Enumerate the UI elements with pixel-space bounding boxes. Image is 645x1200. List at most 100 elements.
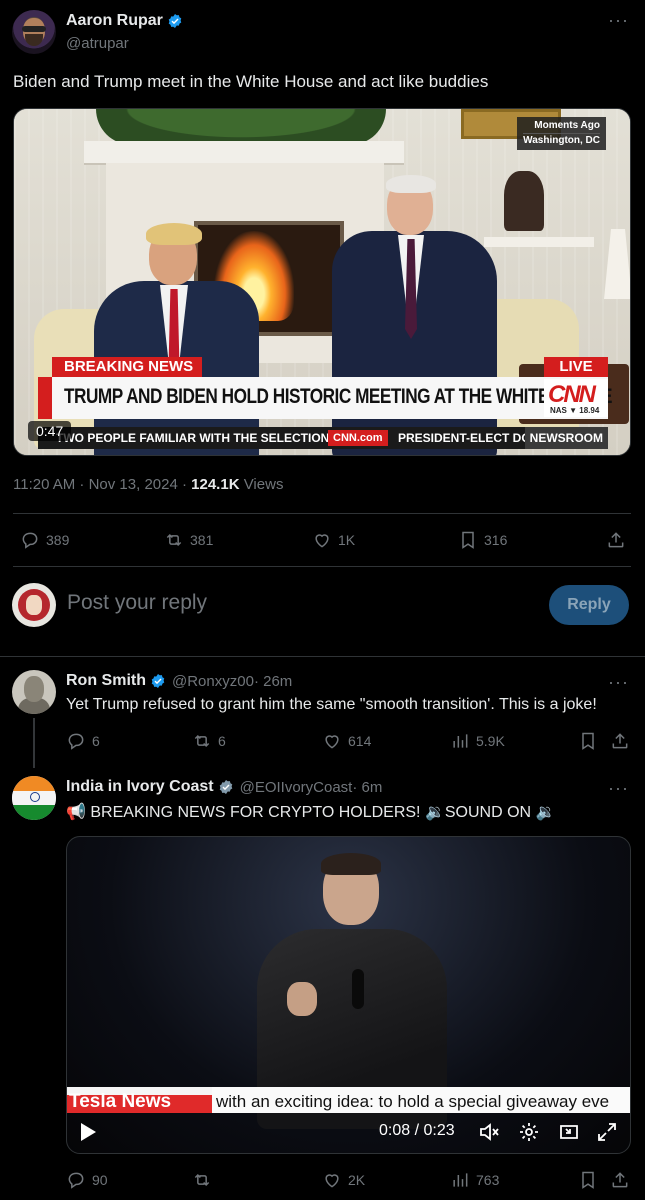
reply-count: 6: [92, 733, 100, 749]
lower-third-label-text: Tesla News: [69, 1091, 172, 1112]
bookmark-action[interactable]: 316: [458, 530, 507, 550]
repost-action[interactable]: 381: [164, 530, 213, 550]
divider: [13, 566, 631, 567]
more-options-icon[interactable]: ···: [608, 778, 629, 799]
reply-time[interactable]: · 6m: [352, 779, 382, 796]
reply-count: 389: [46, 532, 70, 548]
divider: [0, 656, 645, 657]
share-icon: [608, 532, 624, 548]
cnn-corner-line1: Moments Ago: [534, 120, 600, 131]
cnn-corner-bug: Moments Ago Washington, DC: [517, 117, 606, 150]
repost-count: 6: [218, 733, 226, 749]
reply-header: India in Ivory Coast @EOIIvoryCoast · 6m: [66, 778, 382, 796]
bookmark-action[interactable]: [578, 1170, 598, 1190]
views-icon: [453, 734, 468, 748]
video-duration: 0:47: [28, 421, 72, 441]
tweet-video[interactable]: Moments Ago Washington, DC BREAKING NEWS…: [13, 108, 631, 456]
cnn-ticker-text2: PRESIDENT-ELECT DON: [398, 431, 540, 445]
views-action[interactable]: 5.9K: [450, 731, 505, 751]
reply-icon: [22, 532, 38, 549]
reply-count: 90: [92, 1172, 108, 1188]
author-avatar[interactable]: [12, 10, 56, 54]
video-table: [484, 237, 594, 247]
live-label: LIVE: [544, 357, 608, 377]
verified-badge-icon: [168, 14, 182, 28]
like-action[interactable]: 2K: [322, 1170, 365, 1190]
bookmark-action[interactable]: [578, 731, 598, 751]
reply-action[interactable]: 90: [66, 1170, 108, 1190]
reply-text: 📢 BREAKING NEWS FOR CRYPTO HOLDERS! 🔉SOU…: [66, 804, 556, 821]
share-icon: [612, 733, 628, 749]
views-icon: [453, 1173, 468, 1187]
repost-icon: [166, 533, 182, 547]
cnn-ticker-site: CNN.com: [328, 430, 388, 446]
more-options-icon[interactable]: ···: [608, 10, 629, 31]
views-label: Views: [239, 476, 284, 493]
reply-time[interactable]: · 26m: [254, 673, 292, 690]
reply-author-name[interactable]: India in Ivory Coast: [66, 778, 214, 796]
cnn-ticker-text: TWO PEOPLE FAMILIAR WITH THE SELECTION.: [56, 431, 333, 445]
reply-icon: [68, 733, 84, 750]
views-count: 763: [476, 1172, 500, 1188]
reply-input[interactable]: Post your reply: [67, 591, 207, 615]
repost-action[interactable]: [192, 1170, 218, 1190]
views-count: 124.1K: [191, 476, 240, 493]
reply-author-handle[interactable]: @EOIIvoryCoast: [240, 779, 353, 796]
cnn-corner-line2: Washington, DC: [523, 133, 600, 146]
author-handle[interactable]: @atrupar: [66, 35, 129, 52]
like-action[interactable]: 614: [322, 731, 371, 751]
tweet-text: Biden and Trump meet in the White House …: [13, 72, 489, 91]
like-icon: [325, 735, 339, 749]
reply-header: Ron Smith @Ronxyz00 · 26m: [66, 672, 292, 690]
reply-action[interactable]: 389: [20, 530, 69, 550]
repost-count: 381: [190, 532, 214, 548]
bookmark-icon: [462, 531, 474, 549]
bookmark-icon: [582, 732, 594, 750]
like-action[interactable]: 1K: [312, 530, 355, 550]
like-count: 1K: [338, 532, 356, 548]
verified-badge-icon: [151, 674, 165, 688]
lower-third-label: Tesla News: [67, 1087, 212, 1113]
repost-action[interactable]: 6: [192, 731, 226, 751]
author-name-row[interactable]: Aaron Rupar: [66, 12, 183, 30]
reply-action[interactable]: 6: [66, 731, 100, 751]
reply-author-handle[interactable]: @Ronxyz00: [172, 673, 254, 690]
picture-in-picture-icon[interactable]: [557, 1120, 581, 1144]
cnn-logo: CNN NAS ▼ 18.94: [544, 379, 608, 417]
play-icon[interactable]: [81, 1123, 96, 1141]
current-user-avatar[interactable]: [12, 583, 56, 627]
views-action[interactable]: 763: [450, 1170, 499, 1190]
reply-avatar[interactable]: [12, 776, 56, 820]
reply-icon: [68, 1172, 84, 1189]
reply-video[interactable]: Tesla News with an exciting idea: to hol…: [66, 836, 631, 1154]
avatar-beard: [25, 34, 43, 46]
reply-avatar[interactable]: [12, 670, 56, 714]
mute-icon[interactable]: [477, 1120, 501, 1144]
share-action[interactable]: [606, 530, 626, 550]
more-options-icon[interactable]: ···: [608, 672, 629, 693]
video-bust: [504, 171, 544, 231]
cnn-ticker: TWO PEOPLE FAMILIAR WITH THE SELECTION. …: [38, 427, 608, 449]
cnn-ticker-show: NEWSROOM: [524, 427, 608, 449]
video-time: 0:08 / 0:23: [379, 1122, 455, 1139]
share-action[interactable]: [610, 731, 630, 751]
reply-author-name[interactable]: Ron Smith: [66, 672, 146, 690]
like-count: 614: [348, 733, 372, 749]
settings-gear-icon[interactable]: [517, 1120, 541, 1144]
video-controls: 0:08 / 0:23: [67, 1115, 630, 1153]
share-icon: [612, 1172, 628, 1188]
share-action[interactable]: [610, 1170, 630, 1190]
cnn-stock-ticker: NAS ▼ 18.94: [550, 406, 600, 415]
lower-third-text: with an exciting idea: to hold a special…: [212, 1087, 630, 1113]
cnn-logo-mark: CNN: [548, 381, 596, 408]
repost-icon: [194, 1173, 210, 1187]
video-garland: [96, 109, 386, 145]
author-name[interactable]: Aaron Rupar: [66, 12, 163, 30]
reply-button[interactable]: Reply: [549, 585, 629, 625]
bookmark-count: 316: [484, 532, 508, 548]
divider: [13, 513, 631, 514]
bookmark-icon: [582, 1171, 594, 1189]
fullscreen-icon[interactable]: [595, 1120, 619, 1144]
tweet-timestamp[interactable]: 11:20 AM · Nov 13, 2024 · 124.1K Views: [13, 476, 283, 493]
tweet-time-date[interactable]: 11:20 AM · Nov 13, 2024 ·: [13, 476, 191, 493]
